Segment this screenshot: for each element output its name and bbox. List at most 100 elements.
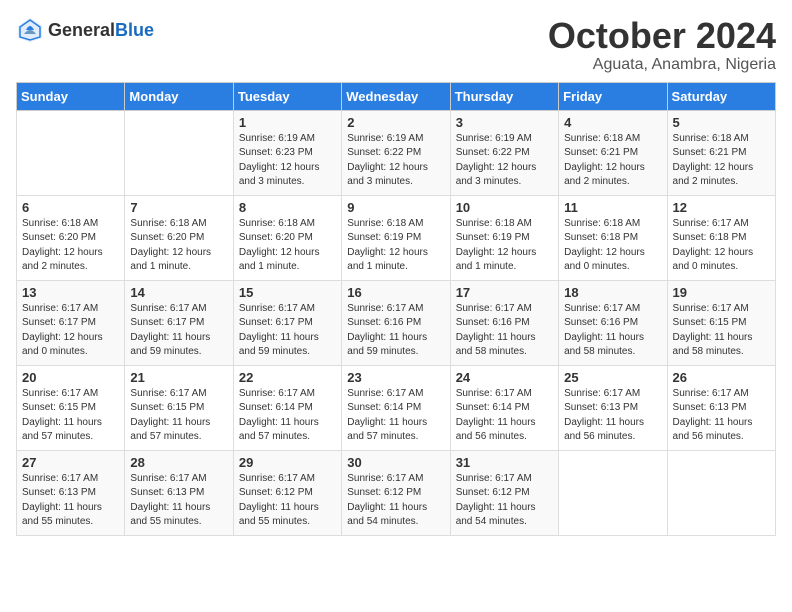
logo-icon [16, 16, 44, 44]
cell-content: Sunrise: 6:17 AM Sunset: 6:16 PM Dayligh… [347, 302, 444, 360]
day-number: 27 [22, 455, 119, 470]
title-area: October 2024 Aguata, Anambra, Nigeria [548, 16, 776, 74]
day-number: 13 [22, 285, 119, 300]
cell-content: Sunrise: 6:17 AM Sunset: 6:17 PM Dayligh… [22, 302, 119, 360]
cell-content: Sunrise: 6:18 AM Sunset: 6:19 PM Dayligh… [456, 217, 553, 275]
cell-content: Sunrise: 6:17 AM Sunset: 6:18 PM Dayligh… [673, 217, 770, 275]
header-day-saturday: Saturday [667, 82, 775, 110]
calendar-cell: 12 Sunrise: 6:17 AM Sunset: 6:18 PM Dayli… [667, 195, 775, 280]
cell-content: Sunrise: 6:18 AM Sunset: 6:21 PM Dayligh… [564, 132, 661, 190]
cell-content: Sunrise: 6:19 AM Sunset: 6:22 PM Dayligh… [456, 132, 553, 190]
day-number: 5 [673, 115, 770, 130]
header-day-friday: Friday [559, 82, 667, 110]
calendar-cell: 25 Sunrise: 6:17 AM Sunset: 6:13 PM Dayli… [559, 365, 667, 450]
calendar-cell: 28 Sunrise: 6:17 AM Sunset: 6:13 PM Dayli… [125, 450, 233, 535]
header-day-tuesday: Tuesday [233, 82, 341, 110]
cell-content: Sunrise: 6:17 AM Sunset: 6:12 PM Dayligh… [347, 472, 444, 530]
calendar-cell [17, 110, 125, 195]
day-number: 10 [456, 200, 553, 215]
calendar-cell: 4 Sunrise: 6:18 AM Sunset: 6:21 PM Daylig… [559, 110, 667, 195]
cell-content: Sunrise: 6:19 AM Sunset: 6:22 PM Dayligh… [347, 132, 444, 190]
week-row-5: 27 Sunrise: 6:17 AM Sunset: 6:13 PM Dayli… [17, 450, 776, 535]
day-number: 3 [456, 115, 553, 130]
cell-content: Sunrise: 6:17 AM Sunset: 6:17 PM Dayligh… [130, 302, 227, 360]
calendar-cell: 29Sunrise: 6:17 AM Sunset: 6:12 PM Dayli… [233, 450, 341, 535]
week-row-4: 20Sunrise: 6:17 AM Sunset: 6:15 PM Dayli… [17, 365, 776, 450]
day-number: 16 [347, 285, 444, 300]
day-number: 22 [239, 370, 336, 385]
location-title: Aguata, Anambra, Nigeria [548, 56, 776, 74]
calendar-cell [667, 450, 775, 535]
day-number: 30 [347, 455, 444, 470]
cell-content: Sunrise: 6:17 AM Sunset: 6:14 PM Dayligh… [456, 387, 553, 445]
calendar-cell: 19 Sunrise: 6:17 AM Sunset: 6:15 PM Dayli… [667, 280, 775, 365]
cell-content: Sunrise: 6:18 AM Sunset: 6:20 PM Dayligh… [22, 217, 119, 275]
calendar-cell: 26 Sunrise: 6:17 AM Sunset: 6:13 PM Dayli… [667, 365, 775, 450]
cell-content: Sunrise: 6:18 AM Sunset: 6:20 PM Dayligh… [130, 217, 227, 275]
cell-content: Sunrise: 6:17 AM Sunset: 6:17 PM Dayligh… [239, 302, 336, 360]
logo: GeneralBlue [16, 16, 154, 44]
cell-content: Sunrise: 6:17 AM Sunset: 6:16 PM Dayligh… [564, 302, 661, 360]
day-number: 28 [130, 455, 227, 470]
cell-content: Sunrise: 6:17 AM Sunset: 6:14 PM Dayligh… [347, 387, 444, 445]
day-number: 2 [347, 115, 444, 130]
cell-content: Sunrise: 6:17 AM Sunset: 6:13 PM Dayligh… [673, 387, 770, 445]
calendar-cell: 2 Sunrise: 6:19 AM Sunset: 6:22 PM Daylig… [342, 110, 450, 195]
cell-content: Sunrise: 6:18 AM Sunset: 6:19 PM Dayligh… [347, 217, 444, 275]
calendar-cell: 14Sunrise: 6:17 AM Sunset: 6:17 PM Dayli… [125, 280, 233, 365]
calendar-cell [125, 110, 233, 195]
day-number: 25 [564, 370, 661, 385]
logo-text: GeneralBlue [48, 20, 154, 41]
month-title: October 2024 [548, 16, 776, 56]
cell-content: Sunrise: 6:17 AM Sunset: 6:12 PM Dayligh… [456, 472, 553, 530]
day-number: 18 [564, 285, 661, 300]
day-number: 31 [456, 455, 553, 470]
cell-content: Sunrise: 6:17 AM Sunset: 6:12 PM Dayligh… [239, 472, 336, 530]
calendar-cell: 1 Sunrise: 6:19 AM Sunset: 6:23 PM Daylig… [233, 110, 341, 195]
calendar-cell: 9 Sunrise: 6:18 AM Sunset: 6:19 PM Daylig… [342, 195, 450, 280]
cell-content: Sunrise: 6:18 AM Sunset: 6:18 PM Dayligh… [564, 217, 661, 275]
cell-content: Sunrise: 6:17 AM Sunset: 6:13 PM Dayligh… [564, 387, 661, 445]
week-row-1: 1 Sunrise: 6:19 AM Sunset: 6:23 PM Daylig… [17, 110, 776, 195]
calendar-cell: 22 Sunrise: 6:17 AM Sunset: 6:14 PM Dayli… [233, 365, 341, 450]
calendar-cell: 10 Sunrise: 6:18 AM Sunset: 6:19 PM Dayli… [450, 195, 558, 280]
day-number: 26 [673, 370, 770, 385]
day-number: 17 [456, 285, 553, 300]
day-number: 24 [456, 370, 553, 385]
calendar-cell: 13 Sunrise: 6:17 AM Sunset: 6:17 PM Dayli… [17, 280, 125, 365]
cell-content: Sunrise: 6:17 AM Sunset: 6:15 PM Dayligh… [22, 387, 119, 445]
cell-content: Sunrise: 6:17 AM Sunset: 6:15 PM Dayligh… [673, 302, 770, 360]
cell-content: Sunrise: 6:18 AM Sunset: 6:20 PM Dayligh… [239, 217, 336, 275]
calendar-cell [559, 450, 667, 535]
calendar-cell: 7Sunrise: 6:18 AM Sunset: 6:20 PM Daylig… [125, 195, 233, 280]
calendar-cell: 27Sunrise: 6:17 AM Sunset: 6:13 PM Dayli… [17, 450, 125, 535]
day-number: 12 [673, 200, 770, 215]
calendar-table: SundayMondayTuesdayWednesdayThursdayFrid… [16, 82, 776, 536]
calendar-cell: 17 Sunrise: 6:17 AM Sunset: 6:16 PM Dayli… [450, 280, 558, 365]
calendar-cell: 3 Sunrise: 6:19 AM Sunset: 6:22 PM Daylig… [450, 110, 558, 195]
calendar-cell: 20Sunrise: 6:17 AM Sunset: 6:15 PM Dayli… [17, 365, 125, 450]
day-number: 1 [239, 115, 336, 130]
cell-content: Sunrise: 6:18 AM Sunset: 6:21 PM Dayligh… [673, 132, 770, 190]
day-number: 23 [347, 370, 444, 385]
calendar-cell: 11Sunrise: 6:18 AM Sunset: 6:18 PM Dayli… [559, 195, 667, 280]
header-day-monday: Monday [125, 82, 233, 110]
calendar-cell: 24 Sunrise: 6:17 AM Sunset: 6:14 PM Dayli… [450, 365, 558, 450]
day-number: 21 [130, 370, 227, 385]
day-number: 6 [22, 200, 119, 215]
cell-content: Sunrise: 6:17 AM Sunset: 6:14 PM Dayligh… [239, 387, 336, 445]
day-number: 19 [673, 285, 770, 300]
week-row-2: 6 Sunrise: 6:18 AM Sunset: 6:20 PM Daylig… [17, 195, 776, 280]
cell-content: Sunrise: 6:19 AM Sunset: 6:23 PM Dayligh… [239, 132, 336, 190]
cell-content: Sunrise: 6:17 AM Sunset: 6:13 PM Dayligh… [130, 472, 227, 530]
calendar-cell: 5 Sunrise: 6:18 AM Sunset: 6:21 PM Daylig… [667, 110, 775, 195]
cell-content: Sunrise: 6:17 AM Sunset: 6:15 PM Dayligh… [130, 387, 227, 445]
calendar-cell: 23 Sunrise: 6:17 AM Sunset: 6:14 PM Dayli… [342, 365, 450, 450]
header-day-thursday: Thursday [450, 82, 558, 110]
day-number: 9 [347, 200, 444, 215]
day-number: 4 [564, 115, 661, 130]
calendar-cell: 31 Sunrise: 6:17 AM Sunset: 6:12 PM Dayli… [450, 450, 558, 535]
header-day-wednesday: Wednesday [342, 82, 450, 110]
calendar-cell: 30 Sunrise: 6:17 AM Sunset: 6:12 PM Dayli… [342, 450, 450, 535]
cell-content: Sunrise: 6:17 AM Sunset: 6:16 PM Dayligh… [456, 302, 553, 360]
